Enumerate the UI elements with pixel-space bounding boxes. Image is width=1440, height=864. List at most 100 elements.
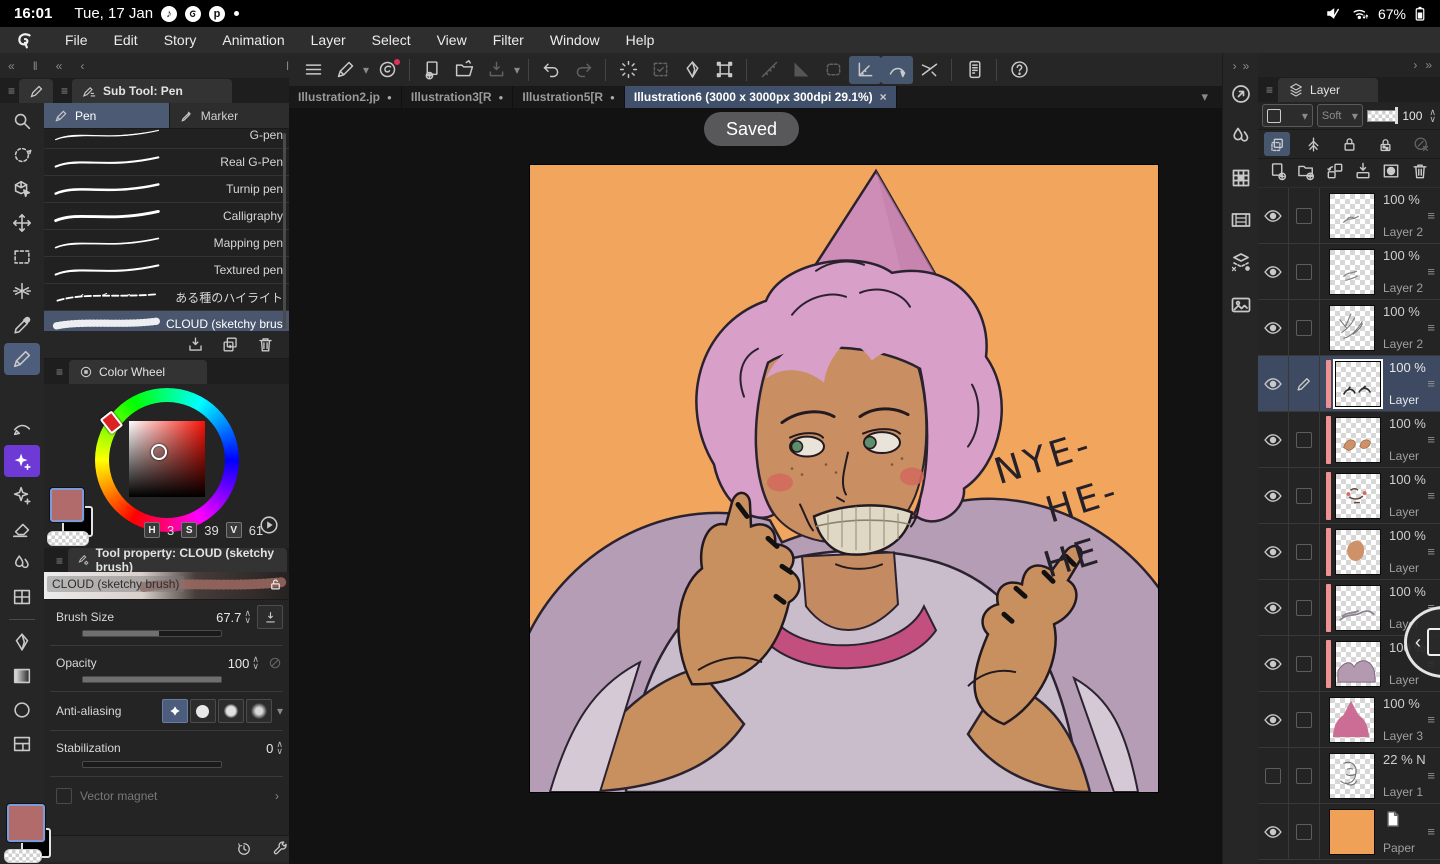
document-tab-4[interactable]: Illustration6 (3000 x 3000px 300dpi 29.1… <box>625 86 897 108</box>
document-tab-3[interactable]: Illustration5[R● <box>513 86 625 108</box>
tool-gradient[interactable] <box>4 660 40 692</box>
layer-check-cell[interactable] <box>1289 636 1320 691</box>
brush-item-3[interactable]: Turnip pen <box>44 176 289 203</box>
layer-lock-transparent[interactable] <box>1372 132 1398 156</box>
tool-blend[interactable] <box>4 547 40 579</box>
brush-item-6[interactable]: Textured pen <box>44 257 289 284</box>
menu-view[interactable]: View <box>424 32 480 48</box>
transfer-to-lower-layer-button[interactable] <box>1325 161 1345 186</box>
reset-defaults-icon[interactable] <box>235 840 253 858</box>
merge-with-lower-layer-button[interactable] <box>1353 161 1373 186</box>
layer-panel-expand-icon[interactable]: » <box>1425 58 1432 72</box>
subtool-panel-menu-icon[interactable]: ≡ <box>61 84 68 98</box>
brush-size-source-button[interactable] <box>257 605 283 629</box>
toolbar-open-file[interactable] <box>448 56 480 84</box>
layer-visibility-cell[interactable] <box>1258 748 1289 803</box>
toolbar-pen-history[interactable] <box>329 56 361 84</box>
toolbar-snap-ruler[interactable] <box>849 56 881 84</box>
layer-visibility-cell[interactable] <box>1258 636 1289 691</box>
menu-layer[interactable]: Layer <box>298 32 359 48</box>
layer-row-menu-icon[interactable]: ≡ <box>1427 827 1435 837</box>
wheel-transparent-swatch[interactable] <box>47 531 89 546</box>
layer-visibility-cell[interactable] <box>1258 412 1289 467</box>
tool-curve-pen[interactable] <box>4 411 40 443</box>
layer-row-4[interactable]: 100 %Layer≡ <box>1258 356 1440 412</box>
layer-row-5[interactable]: 100 %Layer≡ <box>1258 412 1440 468</box>
opacity-stepper[interactable]: ∧∨ <box>252 656 259 670</box>
navigator-palette[interactable] <box>1223 73 1259 115</box>
color-wheel-menu-icon[interactable]: ≡ <box>56 365 63 379</box>
right-strip-expand-icon[interactable]: » <box>1243 59 1250 73</box>
layer-thumbnail[interactable] <box>1329 193 1375 239</box>
toolbar-ruler-line[interactable] <box>753 56 785 84</box>
menu-help[interactable]: Help <box>613 32 668 48</box>
layer-row-menu-icon[interactable]: ≡ <box>1427 379 1435 389</box>
tool-object[interactable] <box>4 173 40 205</box>
tab-pen[interactable]: Pen <box>44 103 170 128</box>
sv-square[interactable] <box>129 421 205 497</box>
layer-checkbox[interactable] <box>1296 768 1312 784</box>
hidden-eye-checkbox[interactable] <box>1265 768 1281 784</box>
menu-filter[interactable]: Filter <box>480 32 537 48</box>
tool-selection[interactable] <box>4 241 40 273</box>
brush-item-4[interactable]: Calligraphy <box>44 203 289 230</box>
layer-row-menu-icon[interactable]: ≡ <box>1427 211 1435 221</box>
menu-select[interactable]: Select <box>359 32 424 48</box>
toolbar-undo[interactable] <box>535 56 567 84</box>
layer-row-3[interactable]: 100 %Layer 2≡ <box>1258 300 1440 356</box>
layer-row-10[interactable]: 100 %Layer 3≡ <box>1258 692 1440 748</box>
canvas-document[interactable]: NYE- HE- HE <box>530 165 1158 792</box>
tool-zoom[interactable] <box>4 105 40 137</box>
close-tab-icon[interactable]: × <box>880 90 887 104</box>
layer-check-cell[interactable] <box>1289 692 1320 747</box>
stabilization-value[interactable]: 0 <box>266 741 273 756</box>
layer-lock[interactable] <box>1336 132 1362 156</box>
layer-row-menu-icon[interactable]: ≡ <box>1427 715 1435 725</box>
layer-row-7[interactable]: 100 %Layer≡ <box>1258 524 1440 580</box>
brush-preview[interactable]: CLOUD (sketchy brush) <box>44 572 289 600</box>
brush-item-8[interactable]: CLOUD (sketchy brush) <box>44 311 289 331</box>
chevron-left-icon[interactable]: ‹ <box>80 59 84 73</box>
menu-story[interactable]: Story <box>151 32 210 48</box>
layer-thumbnail[interactable] <box>1329 809 1375 855</box>
brush-size-value[interactable]: 67.7 <box>216 610 241 625</box>
toolbar-clip-studio[interactable] <box>371 56 403 84</box>
layer-clip-to-below[interactable] <box>1264 132 1290 156</box>
tab-tools[interactable] <box>19 79 53 103</box>
layer-check-cell[interactable] <box>1289 524 1320 579</box>
opacity-value[interactable]: 100 <box>228 656 250 671</box>
layer-thumbnail[interactable] <box>1335 529 1381 575</box>
tool-pen[interactable] <box>4 343 40 375</box>
brush-size-slider[interactable] <box>82 630 222 637</box>
layer-check-cell[interactable] <box>1289 412 1320 467</box>
tool-move-layer[interactable] <box>4 207 40 239</box>
collapse-panel-icon[interactable]: « <box>56 59 63 73</box>
color-history-play-icon[interactable] <box>258 514 280 536</box>
tool-eyedropper[interactable] <box>4 309 40 341</box>
preview-lock-icon[interactable] <box>268 577 283 592</box>
right-strip-chevron-icon[interactable]: › <box>1233 59 1237 73</box>
layer-checkbox[interactable] <box>1296 600 1312 616</box>
aa-medium-button[interactable] <box>218 699 244 723</box>
brush-item-5[interactable]: Mapping pen <box>44 230 289 257</box>
layer-row-12[interactable]: Paper≡ <box>1258 804 1440 860</box>
tab-list-dropdown-icon[interactable]: ▾ <box>1201 89 1208 105</box>
toolbar-new-canvas[interactable] <box>416 56 448 84</box>
aa-expand-icon[interactable]: ▾ <box>277 704 283 718</box>
layer-check-cell[interactable] <box>1289 468 1320 523</box>
toolbar-companion-mode[interactable] <box>958 56 990 84</box>
tool-frame-border[interactable] <box>4 581 40 613</box>
aa-none-button[interactable] <box>162 699 188 723</box>
color-set-palette[interactable] <box>1223 157 1259 199</box>
layer-menu-icon[interactable]: ≡ <box>1266 83 1273 97</box>
layer-row-2[interactable]: 100 %Layer 2≡ <box>1258 244 1440 300</box>
menu-edit[interactable]: Edit <box>101 32 151 48</box>
menu-window[interactable]: Window <box>537 32 613 48</box>
toolbar-transform[interactable] <box>708 56 740 84</box>
brush-item-2[interactable]: Real G-Pen <box>44 149 289 176</box>
sv-cursor[interactable] <box>151 444 167 460</box>
document-tab-1[interactable]: Illustration2.jp● <box>289 86 402 108</box>
tool-auto-select[interactable] <box>4 275 40 307</box>
layer-check-cell[interactable] <box>1289 300 1320 355</box>
duplicate-subtool-icon[interactable] <box>221 335 240 354</box>
